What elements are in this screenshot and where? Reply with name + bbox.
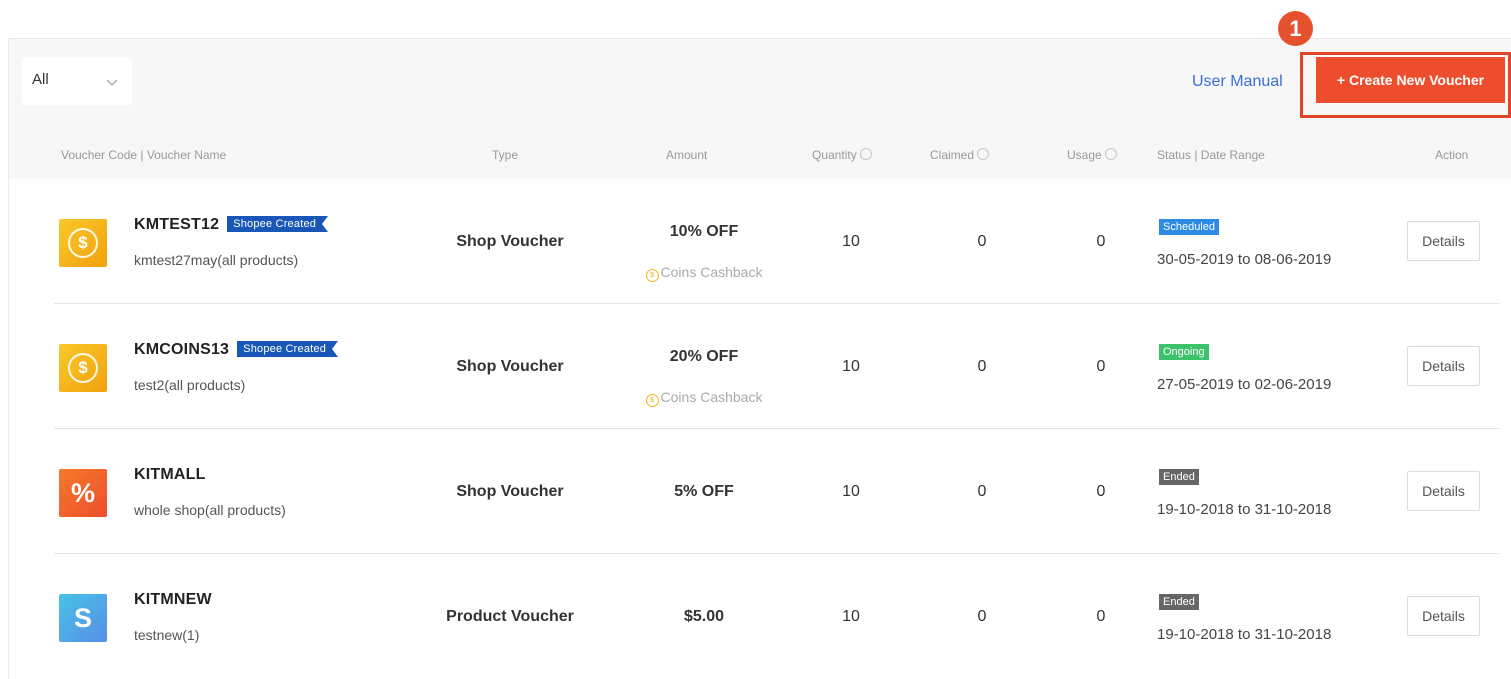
details-button[interactable]: Details (1407, 221, 1480, 261)
column-header-voucher: Voucher Code | Voucher Name (61, 148, 227, 162)
claimed-value: 0 (977, 608, 987, 625)
status-badge: Ended (1159, 469, 1199, 485)
info-icon[interactable] (977, 148, 990, 160)
step-number-badge: 1 (1278, 11, 1313, 46)
coin-icon: $ (59, 344, 107, 392)
column-header-amount: Amount (666, 148, 708, 162)
date-range: 27-05-2019 to 02-06-2019 (1157, 376, 1332, 393)
voucher-name: whole shop(all products) (134, 502, 286, 518)
quantity-value: 10 (842, 483, 860, 500)
column-header-quantity-label: Quantity (812, 148, 857, 162)
details-button[interactable]: Details (1407, 346, 1480, 386)
voucher-amount: 10% OFF (669, 223, 739, 240)
voucher-code: KITMALL (134, 466, 206, 483)
coin-glyph: $ (68, 353, 98, 383)
quantity-value: 10 (842, 233, 860, 250)
column-header-usage: Usage (1067, 148, 1117, 162)
voucher-name: test2(all products) (134, 377, 246, 393)
usage-value: 0 (1096, 483, 1106, 500)
column-header-claimed-label: Claimed (930, 148, 975, 162)
voucher-amount: 20% OFF (669, 348, 739, 365)
table-row: S KITMNEW testnew(1) Product Voucher $5.… (9, 554, 1511, 679)
percent-icon: % (59, 469, 107, 517)
voucher-code-text: KMTEST12 (134, 216, 220, 233)
table-row: $ KMTEST12 Shopee Created kmtest27may(all… (9, 179, 1511, 304)
coins-cashback-label: Coins Cashback (660, 264, 763, 280)
column-header-action: Action (1435, 148, 1469, 162)
coins-cashback-label: Coins Cashback (660, 389, 763, 405)
voucher-code: KMTEST12 Shopee Created (134, 216, 329, 234)
coins-cashback: $ Coins Cashback (609, 389, 799, 407)
coins-cashback-icon: $ (645, 394, 659, 407)
info-icon[interactable] (859, 148, 872, 160)
dollar-icon: S (59, 594, 107, 642)
voucher-code-text: KMCOINS13 (134, 341, 230, 358)
details-button[interactable]: Details (1407, 471, 1480, 511)
highlight-box (1300, 52, 1511, 118)
status-badge: Scheduled (1159, 219, 1219, 235)
coins-cashback: $ Coins Cashback (609, 264, 799, 282)
usage-value: 0 (1096, 358, 1106, 375)
voucher-type: Shop Voucher (456, 358, 564, 375)
status-badge: Ongoing (1159, 344, 1209, 360)
info-icon[interactable] (1104, 148, 1117, 160)
quantity-value: 10 (842, 358, 860, 375)
claimed-value: 0 (977, 233, 987, 250)
coins-cashback-icon: $ (645, 269, 659, 282)
date-range: 19-10-2018 to 31-10-2018 (1157, 626, 1332, 643)
voucher-type: Shop Voucher (456, 233, 564, 250)
usage-value: 0 (1096, 233, 1106, 250)
voucher-amount: 5% OFF (674, 483, 734, 500)
percent-glyph: % (70, 478, 95, 508)
status-badge: Ended (1159, 594, 1199, 610)
dollar-glyph: S (73, 603, 92, 633)
voucher-code: KITMNEW (134, 591, 212, 608)
column-header-usage-label: Usage (1067, 148, 1102, 162)
voucher-panel: All User Manual + Create New Voucher Vou… (8, 38, 1511, 679)
column-header-claimed: Claimed (930, 148, 990, 162)
usage-value: 0 (1096, 608, 1106, 625)
status-filter-select[interactable]: All (22, 57, 132, 105)
quantity-value: 10 (842, 608, 860, 625)
claimed-value: 0 (977, 358, 987, 375)
table-header: Voucher Code | Voucher Name Type Amount … (9, 124, 1511, 179)
date-range: 19-10-2018 to 31-10-2018 (1157, 501, 1332, 518)
coin-glyph: $ (68, 228, 98, 258)
voucher-type: Product Voucher (446, 608, 574, 625)
column-header-type: Type (492, 148, 519, 162)
chevron-down-icon (106, 79, 118, 87)
voucher-name: kmtest27may(all products) (134, 252, 299, 268)
date-range: 30-05-2019 to 08-06-2019 (1157, 251, 1332, 268)
voucher-code: KMCOINS13 Shopee Created (134, 341, 338, 359)
shopee-created-tag: Shopee Created (227, 216, 329, 232)
voucher-type: Shop Voucher (456, 483, 564, 500)
table-row: $ KMCOINS13 Shopee Created test2(all prod… (9, 304, 1511, 429)
coin-icon: $ (59, 219, 107, 267)
shopee-created-tag: Shopee Created (237, 341, 338, 357)
user-manual-link[interactable]: User Manual (1192, 73, 1283, 91)
status-filter-value: All (32, 71, 49, 88)
voucher-name: testnew(1) (134, 627, 200, 643)
details-button[interactable]: Details (1407, 596, 1480, 636)
column-header-status: Status | Date Range (1157, 148, 1265, 162)
claimed-value: 0 (977, 483, 987, 500)
voucher-amount: $5.00 (683, 608, 725, 625)
table-row: % KITMALL whole shop(all products) Shop … (9, 429, 1511, 554)
column-header-quantity: Quantity (812, 148, 872, 162)
